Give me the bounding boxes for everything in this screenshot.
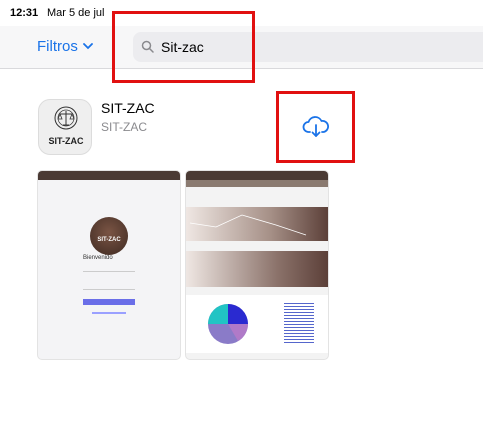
screenshot-login-footer-link xyxy=(92,312,126,314)
search-field[interactable]: Sit-zac xyxy=(133,32,483,62)
screenshot-login-button xyxy=(83,299,135,305)
screenshot-login-field-1 xyxy=(83,266,135,272)
filters-button[interactable]: Filtros xyxy=(37,38,93,55)
status-time: 12:31 xyxy=(10,7,39,19)
download-cloud-icon[interactable] xyxy=(302,115,330,139)
nav-bar: Filtros Sit-zac xyxy=(0,26,483,69)
screenshot-dashboard[interactable] xyxy=(186,171,328,359)
screenshot-login-logo xyxy=(90,217,128,255)
screenshot-login[interactable]: SIT-ZAC Bienvenido xyxy=(38,171,180,359)
app-developer: SIT-ZAC xyxy=(101,120,148,134)
status-bar: 12:31 Mar 5 de jul xyxy=(0,0,483,26)
screenshot-dashboard-line-icon xyxy=(189,214,307,236)
screenshot-dashboard-tabs xyxy=(186,180,328,187)
search-icon xyxy=(141,40,154,53)
screenshot-login-welcome: Bienvenido xyxy=(83,255,113,261)
search-query: Sit-zac xyxy=(161,39,204,55)
filters-label: Filtros xyxy=(37,38,78,55)
scales-of-justice-icon xyxy=(54,106,78,130)
app-icon-text: SIT-ZAC xyxy=(48,136,84,146)
screenshot-login-header xyxy=(38,171,180,180)
chevron-down-icon xyxy=(82,43,93,50)
status-date: Mar 5 de jul xyxy=(47,7,105,19)
screenshot-dashboard-chart-2 xyxy=(186,251,328,287)
screenshot-dashboard-header xyxy=(186,171,328,180)
screenshot-login-logo-text: SIT-ZAC xyxy=(97,237,121,243)
app-name[interactable]: SIT-ZAC xyxy=(101,100,155,116)
screenshot-login-field-2 xyxy=(83,284,135,290)
screenshot-dashboard-legend xyxy=(284,303,314,343)
screenshot-dashboard-pie-icon xyxy=(208,304,248,344)
app-icon[interactable]: SIT-ZAC xyxy=(38,99,92,155)
